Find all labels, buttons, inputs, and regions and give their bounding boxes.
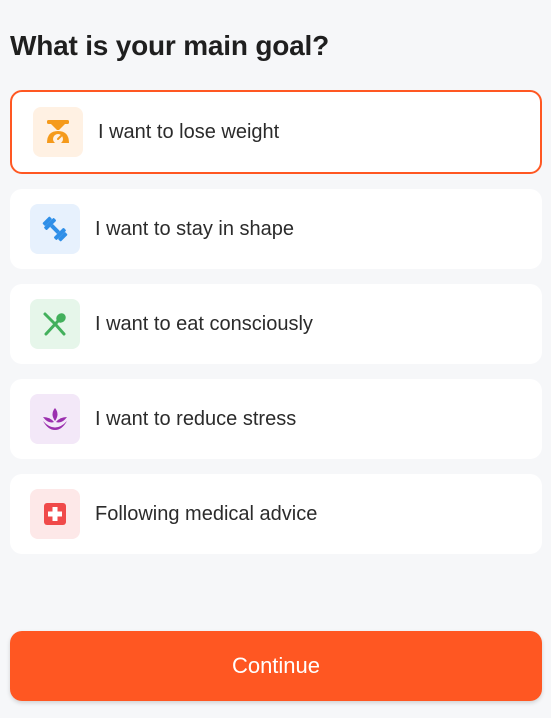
option-lose-weight[interactable]: I want to lose weight xyxy=(10,90,542,174)
option-reduce-stress[interactable]: I want to reduce stress xyxy=(10,379,542,459)
option-label: I want to eat consciously xyxy=(95,312,313,335)
option-label: I want to stay in shape xyxy=(95,217,295,240)
scale-icon xyxy=(33,107,83,157)
medical-cross-icon xyxy=(30,489,80,539)
lotus-icon xyxy=(30,394,80,444)
option-label: I want to lose weight xyxy=(98,120,280,143)
goal-selection-screen: What is your main goal? I want to lose w… xyxy=(0,0,551,718)
goal-options-list: I want to lose weight I want to stay in … xyxy=(10,90,542,569)
option-stay-in-shape[interactable]: I want to stay in shape xyxy=(10,189,542,269)
cutlery-icon xyxy=(30,299,80,349)
option-label: Following medical advice xyxy=(95,502,318,525)
dumbbell-icon xyxy=(30,204,80,254)
option-eat-consciously[interactable]: I want to eat consciously xyxy=(10,284,542,364)
option-label: I want to reduce stress xyxy=(95,407,297,430)
option-medical-advice[interactable]: Following medical advice xyxy=(10,474,542,554)
page-title: What is your main goal? xyxy=(10,30,329,61)
continue-button[interactable]: Continue xyxy=(10,631,542,701)
